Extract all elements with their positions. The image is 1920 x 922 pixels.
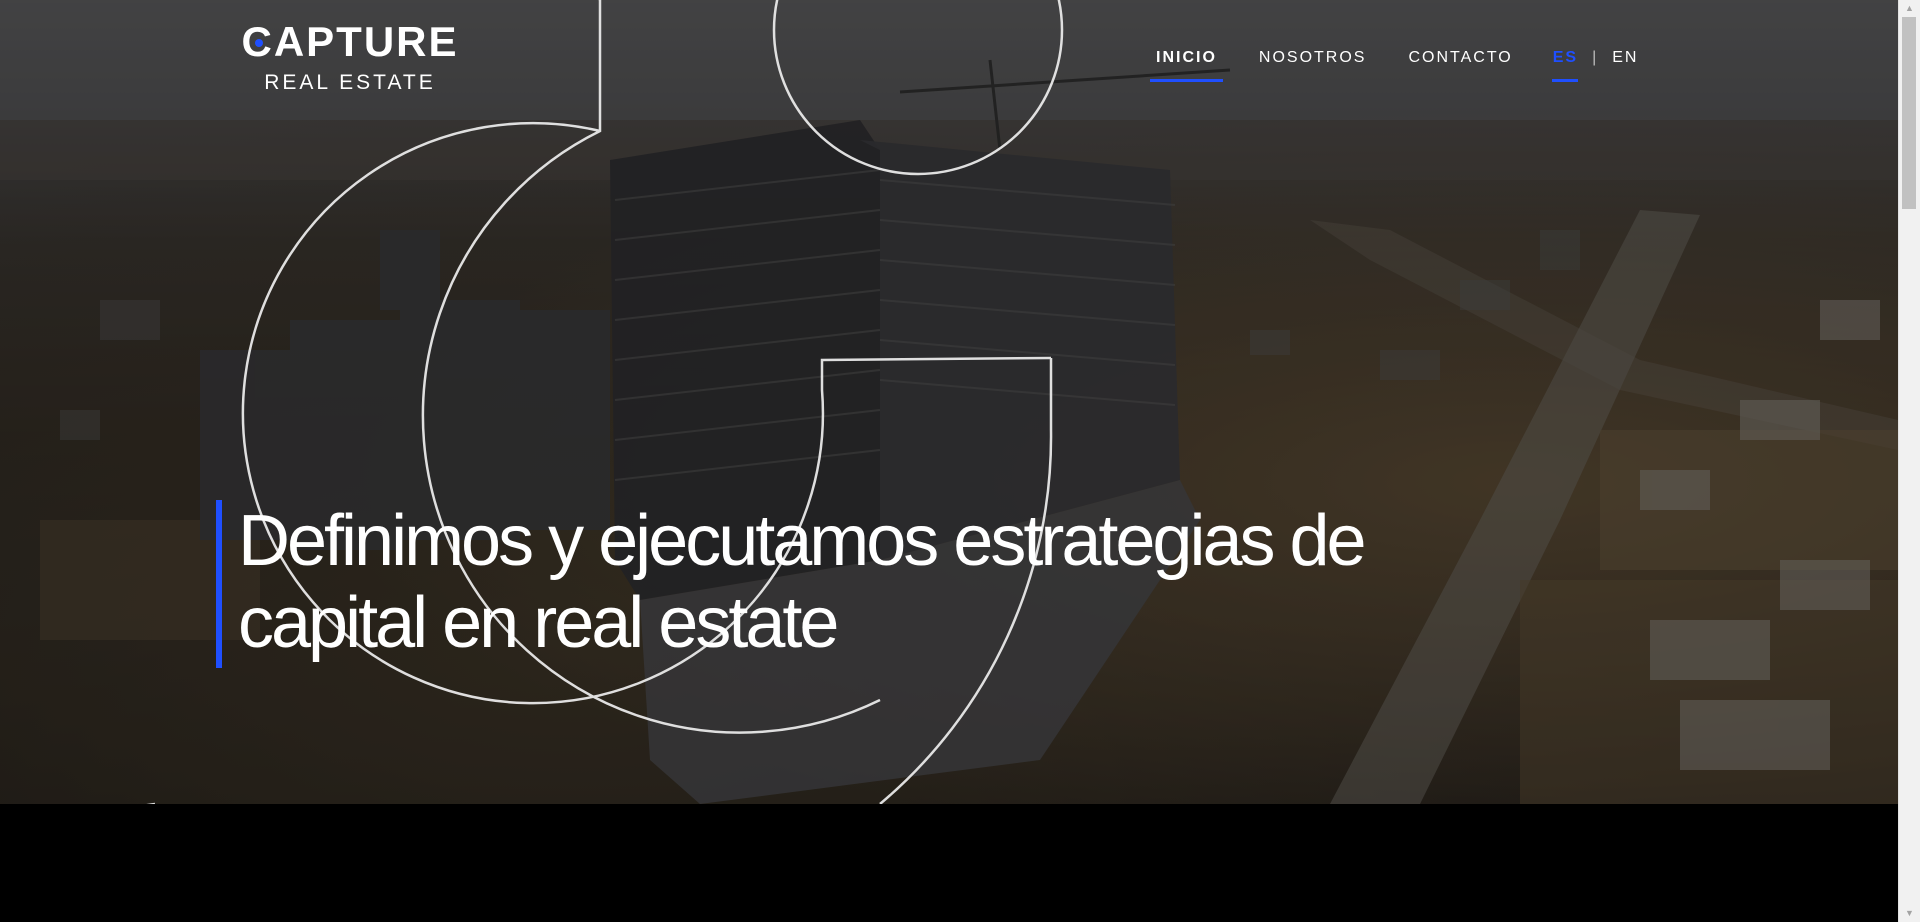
hero-headline-line2: capital en real estate (238, 583, 839, 663)
headline-accent-bar (216, 500, 222, 668)
hero-headline: Definimos y ejecutamos estrategias de ca… (238, 500, 1478, 664)
logo-tagline: REAL ESTATE (264, 71, 436, 94)
logo-dot-icon (255, 39, 263, 47)
language-switcher: ES | EN (1551, 48, 1639, 82)
scroll-up-arrow-icon[interactable]: ▲ (1899, 0, 1920, 17)
nav-item-nosotros[interactable]: NOSOTROS (1259, 48, 1367, 68)
main-nav: INICIO NOSOTROS CONTACTO ES | EN (1150, 48, 1639, 82)
hero-headline-line1: Definimos y ejecutamos estrategias de (238, 501, 1367, 581)
brand-logo[interactable]: CAPTURE REAL ESTATE (224, 20, 476, 94)
page-scrollbar[interactable]: ▲ ▼ (1898, 0, 1920, 922)
brand-outline-graphic (145, 0, 1064, 804)
page: CAPTURE REAL ESTATE INICIO NOSOTROS CONT… (0, 0, 1920, 922)
nav-item-inicio[interactable]: INICIO (1150, 48, 1223, 82)
nav-item-contacto[interactable]: CONTACTO (1408, 48, 1512, 68)
next-section (0, 804, 1898, 922)
language-es[interactable]: ES (1551, 48, 1579, 82)
scrollbar-thumb[interactable] (1902, 17, 1916, 209)
language-separator: | (1592, 49, 1599, 66)
language-en[interactable]: EN (1612, 48, 1638, 68)
scroll-down-arrow-icon[interactable]: ▼ (1899, 905, 1920, 922)
hero-section: CAPTURE REAL ESTATE INICIO NOSOTROS CONT… (0, 0, 1898, 804)
